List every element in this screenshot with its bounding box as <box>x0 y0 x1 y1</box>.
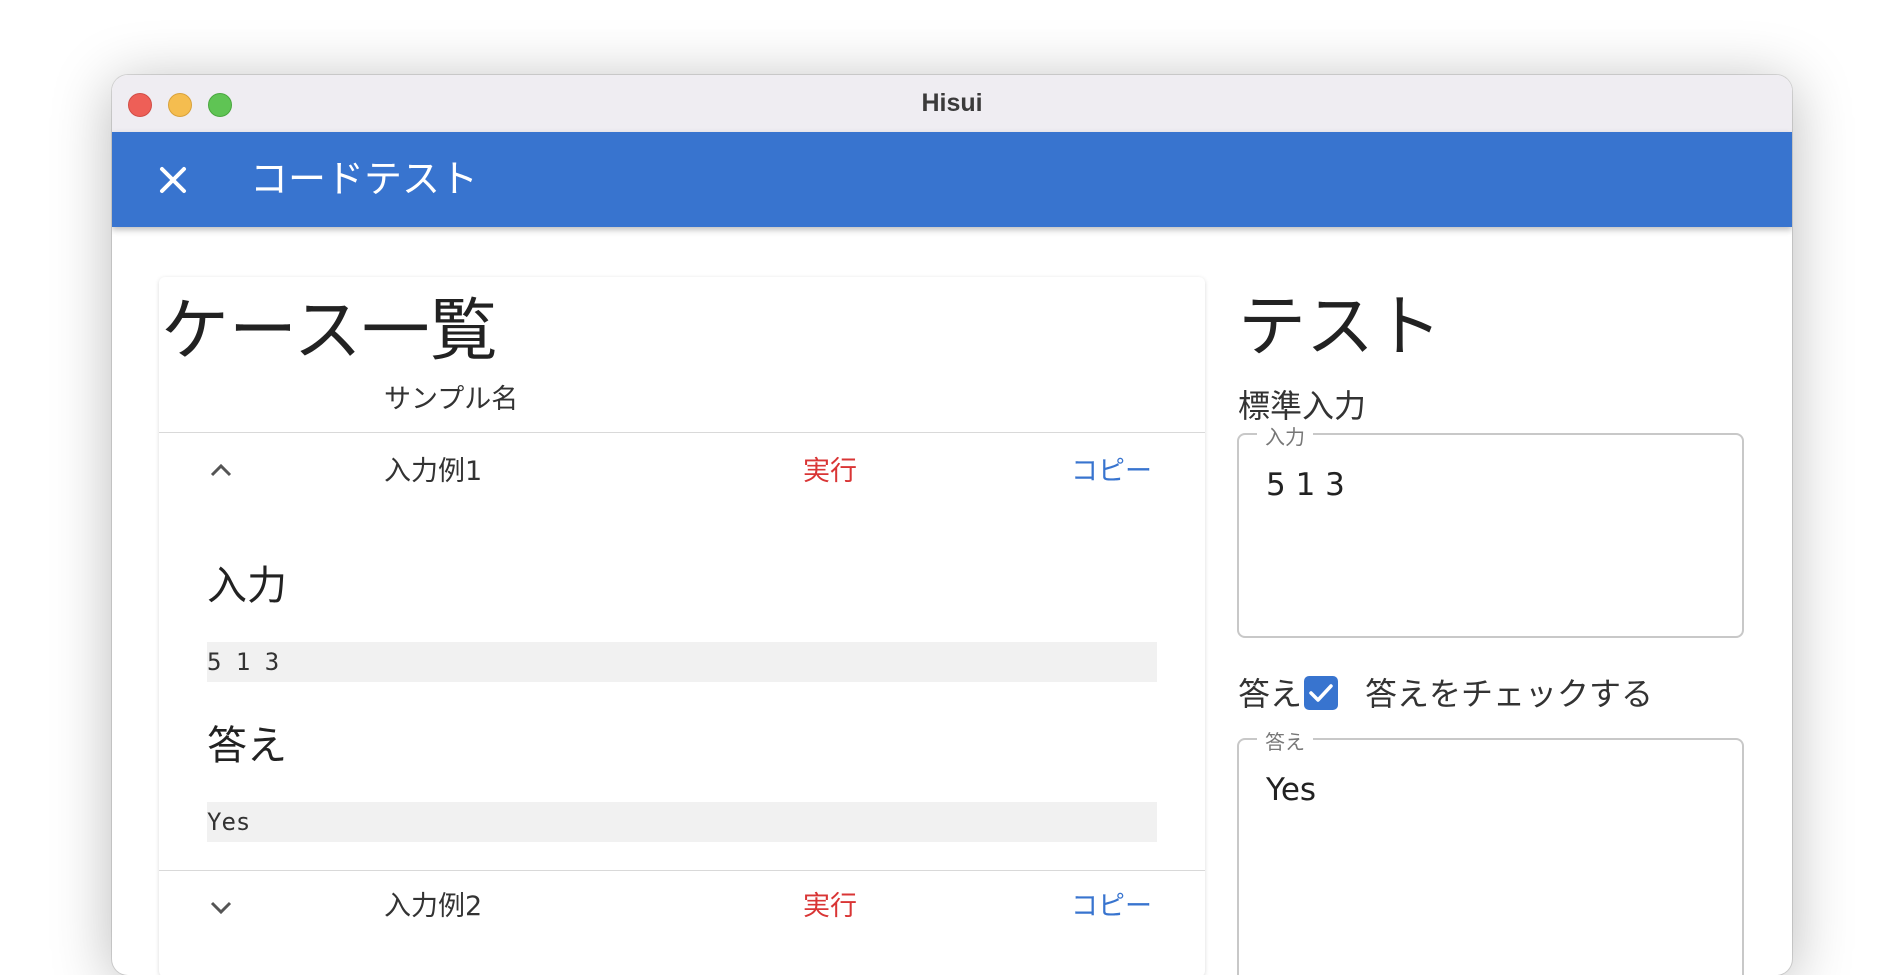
app-bar-title: コードテスト <box>250 157 479 201</box>
copy-button[interactable]: コピー <box>1071 449 1152 488</box>
check-answer-checkbox[interactable] <box>1304 676 1338 710</box>
run-button[interactable]: 実行 <box>803 884 857 923</box>
check-answer-label[interactable]: 答えをチェックする <box>1365 669 1653 715</box>
header-divider <box>159 432 1205 433</box>
stdin-field-value[interactable]: 5 1 3 <box>1266 467 1345 503</box>
chevron-down-icon[interactable] <box>207 899 235 917</box>
run-button[interactable]: 実行 <box>803 449 857 488</box>
answer-label: 答え <box>1238 675 1303 713</box>
case-list-heading: ケース一覧 <box>161 292 498 371</box>
answer-field-legend: 答え <box>1257 726 1313 755</box>
case-input-value: 5 1 3 <box>207 642 1157 682</box>
case-answer-heading: 答え <box>207 723 287 769</box>
app-window: Hisui コードテスト ケース一覧 サンプル名 入力例1 実行 コピー 入力 … <box>112 75 1792 975</box>
case-label: 入力例2 <box>384 891 483 922</box>
test-heading: テスト <box>1238 288 1443 367</box>
chevron-up-icon[interactable] <box>207 461 235 479</box>
case-input-heading: 入力 <box>207 563 287 609</box>
answer-field[interactable]: 答え Yes <box>1237 726 1744 975</box>
row-divider <box>159 870 1205 871</box>
stdin-field[interactable]: 入力 5 1 3 <box>1237 421 1744 638</box>
checkmark-icon <box>1309 684 1333 702</box>
case-answer-value: Yes <box>207 802 1157 842</box>
title-bar: Hisui <box>112 75 1792 133</box>
app-bar: コードテスト <box>112 132 1792 227</box>
close-icon[interactable] <box>158 165 188 195</box>
sample-name-column-header: サンプル名 <box>384 384 519 415</box>
case-label: 入力例1 <box>384 456 483 487</box>
window-title: Hisui <box>921 89 983 117</box>
copy-button[interactable]: コピー <box>1071 884 1152 923</box>
answer-field-value[interactable]: Yes <box>1266 772 1316 808</box>
stdin-field-legend: 入力 <box>1257 421 1313 450</box>
case-list-panel: ケース一覧 サンプル名 入力例1 実行 コピー 入力 5 1 3 答え Yes … <box>159 277 1205 975</box>
